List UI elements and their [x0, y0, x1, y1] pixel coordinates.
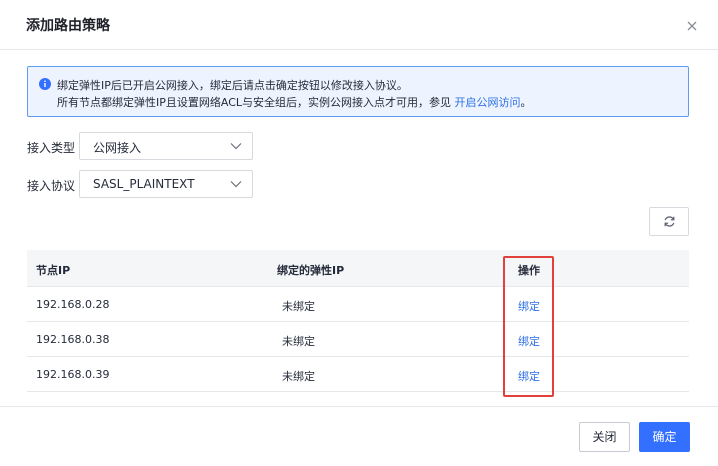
table-row: 192.168.0.28 未绑定 绑定: [27, 287, 689, 322]
info-icon: [39, 78, 51, 90]
dialog-title: 添加路由策略: [26, 18, 110, 34]
table-row: 192.168.0.39 未绑定 绑定: [27, 357, 689, 392]
footer-divider: [0, 406, 718, 407]
node-ip-cell: 192.168.0.39: [36, 368, 110, 381]
access-protocol-select[interactable]: SASL_PLAINTEXT: [79, 170, 253, 198]
node-ip-cell: 192.168.0.38: [36, 333, 110, 346]
access-protocol-value: SASL_PLAINTEXT: [93, 177, 195, 191]
notice-line-2-suffix: 。: [520, 96, 532, 109]
notice-line-1: 绑定弹性IP后已开启公网接入，绑定后请点击确定按钮以修改接入协议。: [57, 79, 408, 92]
bind-link[interactable]: 绑定: [518, 333, 540, 349]
access-type-value: 公网接入: [93, 141, 142, 155]
close-icon[interactable]: [682, 16, 702, 36]
column-header-eip: 绑定的弹性IP: [277, 264, 345, 277]
eip-cell: 未绑定: [282, 335, 315, 348]
chevron-down-icon: [230, 143, 242, 150]
table-row: 192.168.0.38 未绑定 绑定: [27, 322, 689, 357]
notice-line-2-text: 所有节点都绑定弹性IP且设置网络ACL与安全组后，实例公网接入点才可用，参见: [57, 96, 455, 109]
notice-banner: 绑定弹性IP后已开启公网接入，绑定后请点击确定按钮以修改接入协议。 所有节点都绑…: [27, 66, 689, 117]
bind-link[interactable]: 绑定: [518, 368, 540, 384]
bind-link[interactable]: 绑定: [518, 298, 540, 314]
refresh-button[interactable]: [649, 207, 689, 236]
dialog-header: 添加路由策略: [0, 0, 718, 50]
access-protocol-label: 接入协议: [27, 179, 76, 193]
column-header-node-ip: 节点IP: [36, 264, 71, 277]
table-header: 节点IP 绑定的弹性IP 操作: [27, 250, 689, 287]
notice-line-2: 所有节点都绑定弹性IP且设置网络ACL与安全组后，实例公网接入点才可用，参见 开…: [57, 94, 532, 110]
eip-cell: 未绑定: [282, 370, 315, 383]
refresh-icon: [664, 216, 675, 227]
confirm-button[interactable]: 确定: [639, 422, 690, 452]
close-button[interactable]: 关闭: [579, 422, 630, 452]
eip-cell: 未绑定: [282, 300, 315, 313]
node-ip-cell: 192.168.0.28: [36, 298, 110, 311]
enable-public-access-link[interactable]: 开启公网访问: [455, 96, 521, 109]
access-type-select[interactable]: 公网接入: [79, 132, 253, 160]
add-route-policy-dialog: 添加路由策略 绑定弹性IP后已开启公网接入，绑定后请点击确定按钮以修改接入协议。…: [0, 0, 718, 466]
chevron-down-icon: [230, 181, 242, 188]
column-header-action: 操作: [518, 264, 540, 277]
access-type-label: 接入类型: [27, 141, 76, 155]
